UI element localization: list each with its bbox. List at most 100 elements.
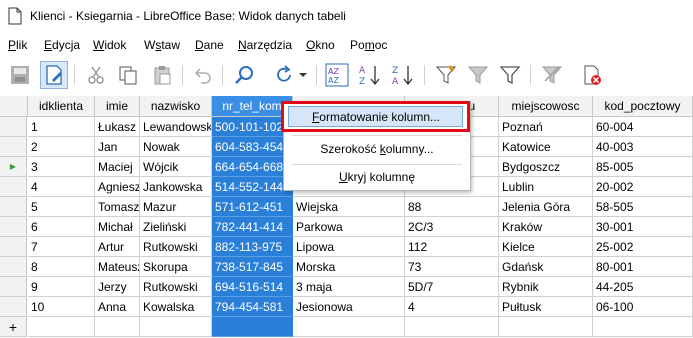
table-cell[interactable]: Mateusz	[95, 257, 140, 277]
find-icon[interactable]	[230, 61, 258, 89]
table-cell[interactable]: Maciej	[95, 157, 140, 177]
table-cell[interactable]: Michał	[95, 217, 140, 237]
corner-header[interactable]	[0, 96, 28, 117]
menu-item-column-width[interactable]: Szerokość kolumny...	[284, 138, 470, 160]
reset-filter-icon[interactable]	[538, 61, 566, 89]
table-cell[interactable]: Kowalska	[140, 297, 212, 317]
table-cell[interactable]: Rybnik	[499, 277, 593, 297]
table-cell[interactable]: Jerzy	[95, 277, 140, 297]
refresh-dropdown-icon[interactable]	[296, 61, 310, 89]
table-cell[interactable]: Mazur	[140, 197, 212, 217]
menu-pomoc[interactable]: Pomoc	[350, 38, 387, 52]
menu-wstaw[interactable]: Wstaw	[144, 38, 180, 52]
row-header[interactable]	[0, 137, 27, 157]
undo-icon[interactable]	[188, 61, 216, 89]
column-header-imie[interactable]: imie	[95, 96, 140, 117]
table-cell[interactable]: 6	[28, 217, 95, 237]
table-cell[interactable]: Katowice	[499, 137, 593, 157]
table-cell[interactable]: 738-517-845	[212, 257, 293, 277]
paste-icon[interactable]	[148, 61, 176, 89]
table-cell[interactable]: 88	[405, 197, 499, 217]
new-row-cell[interactable]	[499, 317, 593, 337]
table-cell[interactable]: 10	[28, 297, 95, 317]
table-cell[interactable]: Artur	[95, 237, 140, 257]
menu-widok[interactable]: Widok	[93, 38, 126, 52]
row-header[interactable]: +	[0, 317, 27, 337]
table-cell[interactable]: 25-002	[593, 237, 693, 257]
table-cell[interactable]: 9	[28, 277, 95, 297]
delete-record-icon[interactable]	[578, 61, 606, 89]
table-cell[interactable]: 1	[28, 117, 95, 137]
sort-icon[interactable]: AZ AZ	[323, 61, 351, 89]
table-cell[interactable]: Bydgoszcz	[499, 157, 593, 177]
cut-icon[interactable]	[82, 61, 110, 89]
table-cell[interactable]: 30-001	[593, 217, 693, 237]
table-cell[interactable]: 794-454-581	[212, 297, 293, 317]
save-record-icon[interactable]	[6, 61, 34, 89]
table-cell[interactable]: Anna	[95, 297, 140, 317]
new-row-cell[interactable]	[28, 317, 95, 337]
new-row-cell[interactable]	[212, 317, 293, 337]
table-cell[interactable]: 514-552-144	[212, 177, 293, 197]
menu-plik[interactable]: Plik	[8, 38, 27, 52]
column-header-idklienta[interactable]: idklienta	[28, 96, 95, 117]
table-cell[interactable]: Gdańsk	[499, 257, 593, 277]
autofilter-icon[interactable]	[432, 61, 460, 89]
menu-narzedzia[interactable]: Narzędzia	[238, 38, 292, 52]
table-cell[interactable]: 73	[405, 257, 499, 277]
new-row-cell[interactable]	[593, 317, 693, 337]
new-row-cell[interactable]	[140, 317, 212, 337]
row-header[interactable]	[0, 237, 27, 257]
table-cell[interactable]: Pułtusk	[499, 297, 593, 317]
new-row-cell[interactable]	[95, 317, 140, 337]
table-cell[interactable]: Skorupa	[140, 257, 212, 277]
sort-ascending-icon[interactable]: AZ	[356, 61, 384, 89]
table-cell[interactable]: Łukasz	[95, 117, 140, 137]
edit-data-icon[interactable]	[40, 61, 68, 89]
table-cell[interactable]: Parkowa	[293, 217, 405, 237]
table-cell[interactable]: 2C/3	[405, 217, 499, 237]
table-cell[interactable]: 20-002	[593, 177, 693, 197]
table-cell[interactable]: Wiejska	[293, 197, 405, 217]
menu-item-hide-column[interactable]: Ukryj kolumnę	[284, 166, 470, 188]
row-header[interactable]: ▶	[0, 157, 27, 177]
table-cell[interactable]: 664-654-668	[212, 157, 293, 177]
table-cell[interactable]: 2	[28, 137, 95, 157]
table-cell[interactable]: 40-003	[593, 137, 693, 157]
row-header[interactable]	[0, 277, 27, 297]
menu-edycja[interactable]: Edycja	[44, 38, 80, 52]
refresh-icon[interactable]	[270, 61, 298, 89]
table-cell[interactable]: Agnieszka	[95, 177, 140, 197]
new-row-cell[interactable]	[293, 317, 405, 337]
menu-dane[interactable]: Dane	[195, 38, 224, 52]
table-cell[interactable]: 85-005	[593, 157, 693, 177]
table-cell[interactable]: 4	[405, 297, 499, 317]
table-cell[interactable]: 5D/7	[405, 277, 499, 297]
table-cell[interactable]: 7	[28, 237, 95, 257]
table-cell[interactable]: 882-113-975	[212, 237, 293, 257]
menu-item-format-columns-label[interactable]: Formatowanie kolumn...	[283, 106, 469, 128]
row-header[interactable]	[0, 197, 27, 217]
table-cell[interactable]: Tomasz	[95, 197, 140, 217]
table-cell[interactable]: Jan	[95, 137, 140, 157]
new-row-cell[interactable]	[405, 317, 499, 337]
row-header[interactable]	[0, 257, 27, 277]
table-cell[interactable]: Poznań	[499, 117, 593, 137]
table-cell[interactable]: 58-505	[593, 197, 693, 217]
table-cell[interactable]: 8	[28, 257, 95, 277]
table-cell[interactable]: Jesionowa	[293, 297, 405, 317]
row-header[interactable]	[0, 297, 27, 317]
table-cell[interactable]: 3	[28, 157, 95, 177]
table-cell[interactable]: 5	[28, 197, 95, 217]
column-header-kod_pocztowy[interactable]: kod_pocztowy	[593, 96, 693, 117]
row-header[interactable]	[0, 217, 27, 237]
table-cell[interactable]: Nowak	[140, 137, 212, 157]
table-cell[interactable]: 604-583-454	[212, 137, 293, 157]
table-cell[interactable]: Rutkowski	[140, 277, 212, 297]
table-cell[interactable]: Wójcik	[140, 157, 212, 177]
table-cell[interactable]: Rutkowski	[140, 237, 212, 257]
table-cell[interactable]: 782-441-414	[212, 217, 293, 237]
menu-okno[interactable]: Okno	[306, 38, 335, 52]
table-cell[interactable]: Lublin	[499, 177, 593, 197]
table-cell[interactable]: 80-001	[593, 257, 693, 277]
